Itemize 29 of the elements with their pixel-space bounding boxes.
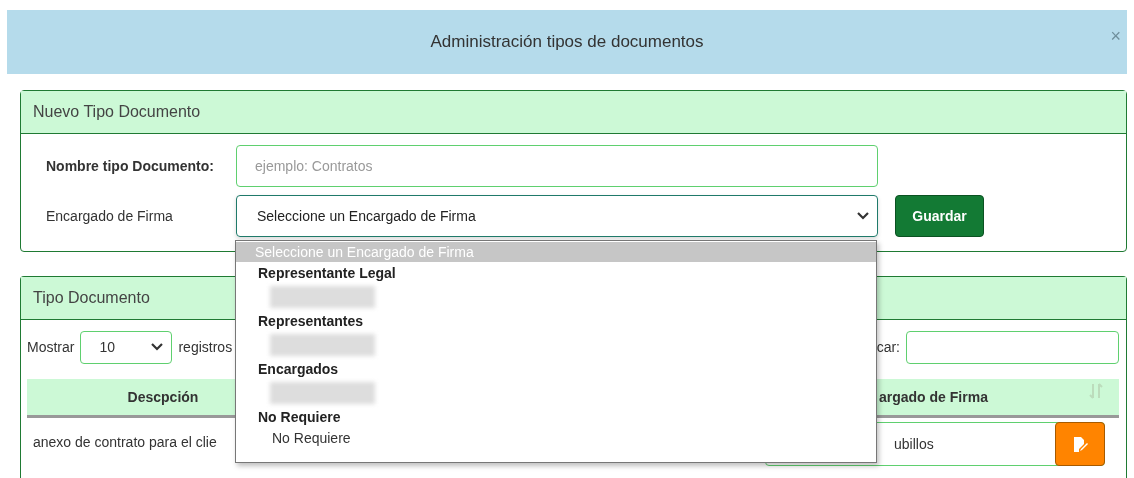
table-cell-text: anexo de contrato para el clie [32,433,217,450]
field-label: Nombre tipo Documento: [46,158,215,174]
chevron-down-icon [857,212,869,220]
dropdown-option[interactable]: No Requiere [236,428,876,448]
records-label: registros [178,339,233,355]
search-label: car: [876,339,900,355]
blurred-option[interactable] [270,286,375,308]
option-group-label: Representante Legal [257,264,397,283]
page-size-select[interactable]: 10 [80,330,173,364]
option-group-label: Encargados [257,360,340,379]
chevron-down-icon [151,343,164,351]
panel-title: Nuevo Tipo Documento [33,103,201,121]
edit-document-icon [1072,435,1088,453]
field-label: Encargado de Firma [46,208,174,224]
panel-title: Tipo Documento [33,289,150,307]
edit-button[interactable] [1055,422,1105,466]
search-input[interactable] [906,330,1119,364]
option-group-label: Representantes [257,312,365,331]
blurred-option[interactable] [270,382,375,404]
option-group-label: No Requiere [257,408,342,427]
show-label: Mostrar [27,339,75,355]
blurred-option[interactable] [270,334,375,356]
column-header[interactable]: argado de Firma [879,389,988,405]
name-input[interactable]: ejemplo: Contratos [236,145,878,187]
sort-icon[interactable] [1089,383,1103,399]
signer-select[interactable]: Seleccione un Encargado de Firma [236,195,878,237]
modal-title: Administración tipos de documentos [430,32,704,52]
save-button[interactable]: Guardar [895,195,984,237]
signer-name: ubillos [894,436,934,452]
